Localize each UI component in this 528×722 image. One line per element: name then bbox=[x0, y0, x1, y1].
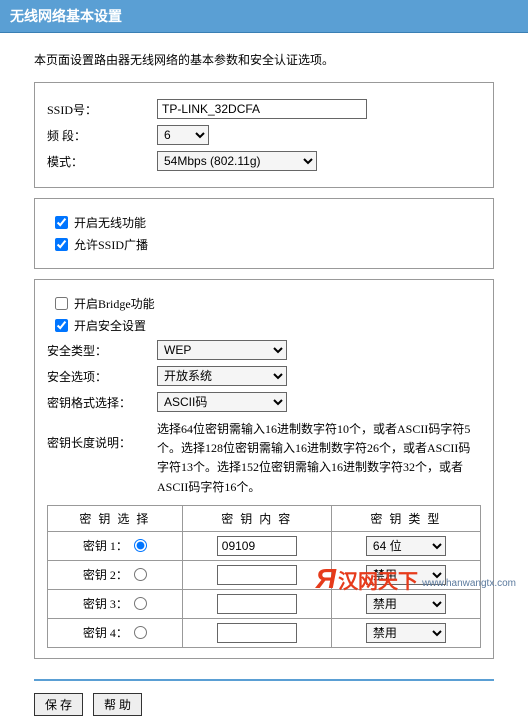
help-button[interactable]: 帮 助 bbox=[93, 693, 142, 716]
router-settings-page: 无线网络基本设置 本页面设置路由器无线网络的基本参数和安全认证选项。 SSID号… bbox=[0, 0, 528, 597]
enable-security-checkbox[interactable] bbox=[55, 319, 68, 332]
band-label: 频 段： bbox=[47, 127, 157, 144]
key-format-select[interactable]: ASCII码 bbox=[157, 392, 287, 412]
mode-label: 模式： bbox=[47, 153, 157, 170]
brand-logo: Я 汉网天下 www.hanwangtx.com bbox=[316, 563, 516, 595]
key-content-input[interactable] bbox=[217, 536, 297, 556]
key-content-input[interactable] bbox=[217, 565, 297, 585]
security-option-label: 安全选项： bbox=[47, 368, 157, 385]
key-label: 密钥 2： bbox=[83, 566, 128, 583]
enable-security-label: 开启安全设置 bbox=[74, 317, 146, 334]
page-title: 无线网络基本设置 bbox=[0, 0, 528, 33]
button-bar: 保 存 帮 助 bbox=[0, 687, 528, 722]
enable-wireless-label: 开启无线功能 bbox=[74, 214, 146, 231]
key-select-radio[interactable] bbox=[134, 539, 147, 552]
logo-text: 汉网天下 bbox=[338, 565, 418, 594]
key-length-description: 选择64位密钥需输入16进制数字符10个，或者ASCII码字符5个。选择128位… bbox=[157, 420, 481, 497]
mode-select[interactable]: 54Mbps (802.11g) bbox=[157, 151, 317, 171]
keytable-header-type: 密 钥 类 型 bbox=[331, 505, 480, 531]
enable-bridge-label: 开启Bridge功能 bbox=[74, 295, 155, 312]
key-label: 密钥 3： bbox=[83, 595, 128, 612]
security-type-label: 安全类型： bbox=[47, 342, 157, 359]
allow-ssid-broadcast-label: 允许SSID广播 bbox=[74, 236, 148, 253]
logo-swirl-icon: Я bbox=[316, 563, 336, 595]
key-label: 密钥 1： bbox=[83, 537, 128, 554]
key-select-radio[interactable] bbox=[134, 568, 147, 581]
enable-bridge-checkbox[interactable] bbox=[55, 297, 68, 310]
ssid-label: SSID号： bbox=[47, 101, 157, 118]
keytable-header-content: 密 钥 内 容 bbox=[182, 505, 331, 531]
key-select-radio[interactable] bbox=[134, 626, 147, 639]
allow-ssid-broadcast-checkbox[interactable] bbox=[55, 238, 68, 251]
wireless-toggle-panel: 开启无线功能 允许SSID广播 bbox=[34, 198, 494, 269]
intro-text: 本页面设置路由器无线网络的基本参数和安全认证选项。 bbox=[34, 51, 494, 68]
key-type-select[interactable]: 禁用 bbox=[366, 623, 446, 643]
key-select-radio[interactable] bbox=[134, 597, 147, 610]
key-type-select[interactable]: 64 位 bbox=[366, 536, 446, 556]
ssid-input[interactable] bbox=[157, 99, 367, 119]
save-button[interactable]: 保 存 bbox=[34, 693, 83, 716]
footer-divider bbox=[34, 679, 494, 681]
logo-url: www.hanwangtx.com bbox=[422, 578, 516, 589]
enable-wireless-checkbox[interactable] bbox=[55, 216, 68, 229]
key-label: 密钥 4： bbox=[83, 624, 128, 641]
keytable-header-select: 密 钥 选 择 bbox=[48, 505, 183, 531]
security-option-select[interactable]: 开放系统 bbox=[157, 366, 287, 386]
key-format-label: 密钥格式选择： bbox=[47, 394, 157, 411]
basic-panel: SSID号： 频 段： 6 模式： 54Mbps (802.11g) bbox=[34, 82, 494, 188]
band-select[interactable]: 6 bbox=[157, 125, 209, 145]
security-type-select[interactable]: WEP bbox=[157, 340, 287, 360]
table-row: 密钥 1： 64 位 bbox=[48, 531, 481, 560]
table-row: 密钥 4： 禁用 bbox=[48, 618, 481, 647]
key-length-label: 密钥长度说明： bbox=[47, 420, 157, 497]
security-panel: 开启Bridge功能 开启安全设置 安全类型： WEP 安全选项： 开放系统 bbox=[34, 279, 494, 659]
key-content-input[interactable] bbox=[217, 623, 297, 643]
